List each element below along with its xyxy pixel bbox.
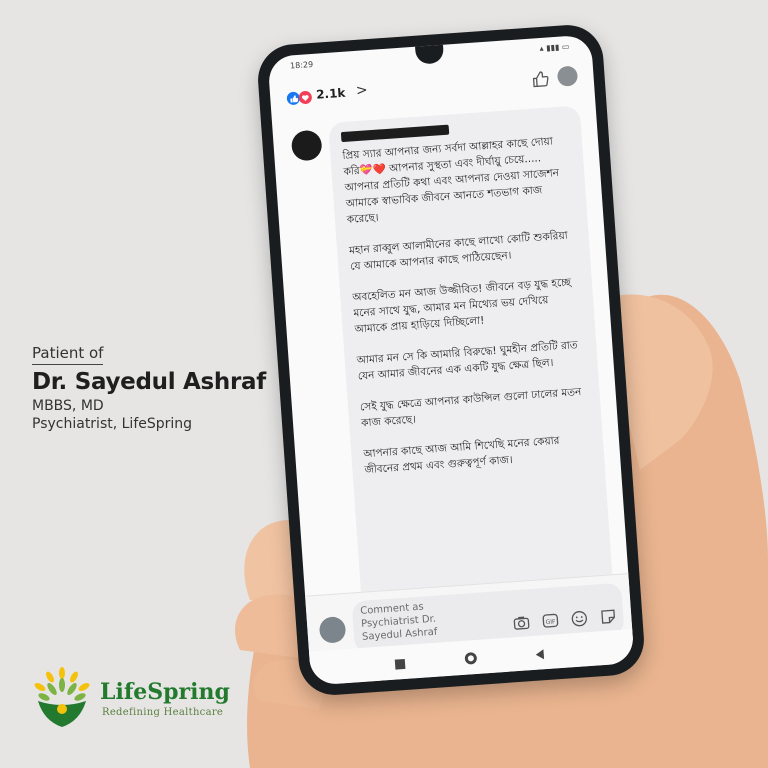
brand-name: LifeSpring	[100, 679, 230, 705]
composer-tools: GIF	[505, 605, 617, 633]
back-icon[interactable]	[533, 645, 546, 665]
home-icon[interactable]	[463, 650, 478, 670]
comment-paragraph: প্রিয় স্যার আপনার জন্য সর্বদা আল্লাহর ক…	[342, 135, 560, 226]
recents-icon[interactable]	[393, 655, 406, 675]
sticker-icon[interactable]	[599, 607, 618, 626]
comment-paragraph: সেই যুদ্ধ ক্ষেত্রে আপনার কাউন্সিল গুলো ঢ…	[359, 386, 582, 430]
lifespring-logo: LifeSpring Redefining Healthcare	[30, 665, 260, 735]
doctor-role: Psychiatrist, LifeSpring	[32, 416, 193, 432]
comment-paragraph: অবহেলিত মন আজ উজ্জীবিত! জীবনে বড় যুদ্ধ …	[351, 276, 572, 336]
gif-icon[interactable]: GIF	[541, 611, 560, 630]
user-avatar	[318, 616, 347, 644]
commenter-name-redacted[interactable]	[340, 124, 450, 143]
comment-bubble: প্রিয় স্যার আপনার জন্য সর্বদা আল্লাহর ক…	[328, 105, 614, 612]
reaction-count[interactable]: 2.1k	[316, 86, 346, 102]
status-time: 18:29	[289, 59, 314, 71]
chevron-right-icon[interactable]: >	[355, 82, 368, 99]
status-icons: ▴ ▮▮▮ ▭	[539, 41, 570, 54]
doctor-name: Dr. Sayedul Ashraf	[32, 369, 266, 395]
comment-paragraph: মহান রাব্বুল আলামীনের কাছে লাখো কোটি শুক…	[348, 229, 569, 273]
doctor-caption: Patient of Dr. Sayedul Ashraf MBBS, MD P…	[32, 343, 266, 433]
profile-avatar[interactable]	[556, 65, 579, 87]
doctor-degrees: MBBS, MD	[32, 398, 104, 414]
svg-text:GIF: GIF	[545, 618, 556, 626]
like-outline-icon[interactable]	[531, 69, 550, 88]
comment-text: প্রিয় স্যার আপনার জন্য সর্বদা আল্লাহর ক…	[342, 132, 596, 493]
comment-paragraph: আমার মন সে কি আমারি বিরুদ্ধে! ঘুমহীন প্র…	[356, 339, 579, 383]
brand-tagline: Redefining Healthcare	[102, 707, 224, 718]
smartphone: 18:29 ▴ ▮▮▮ ▭ 2.1k > প্রিয় স্যার আপনার …	[255, 22, 647, 698]
caption-prefix: Patient of	[32, 344, 104, 365]
comment-placeholder[interactable]: Comment as Psychiatrist Dr. Sayedul Ashr…	[360, 599, 453, 644]
comment-paragraph: আপনার কাছে আজ আমি শিখেছি মনের কেয়ার জীব…	[362, 434, 560, 477]
camera-icon[interactable]	[512, 613, 531, 632]
phone-screen: 18:29 ▴ ▮▮▮ ▭ 2.1k > প্রিয় স্যার আপনার …	[267, 34, 635, 686]
commenter-avatar[interactable]	[290, 129, 323, 162]
reaction-icons[interactable]	[286, 90, 315, 106]
emoji-icon[interactable]	[570, 609, 589, 628]
lifespring-mark-icon	[34, 667, 90, 727]
